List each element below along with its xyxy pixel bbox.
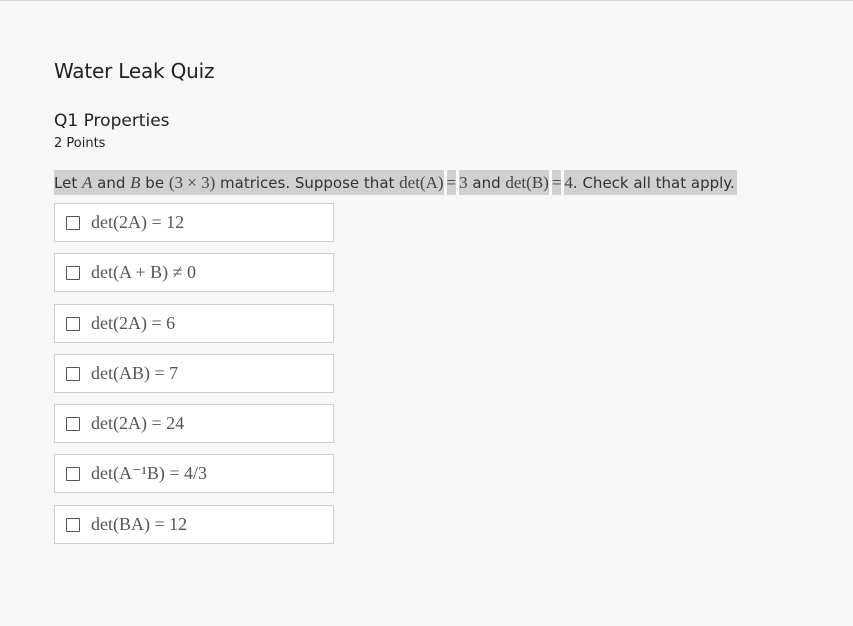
answer-option[interactable]: det(A + B) ≠ 0 xyxy=(54,253,334,292)
option-label: det(2A) = 6 xyxy=(91,313,176,333)
answer-option[interactable]: det(A⁻¹B) = 4/3 xyxy=(54,454,334,493)
prompt-math: = xyxy=(446,173,457,192)
checkbox[interactable] xyxy=(66,215,80,230)
answer-option[interactable]: det(2A) = 24 xyxy=(54,404,334,443)
prompt-text: . Check all that apply. xyxy=(572,174,735,192)
prompt-math: det(B) xyxy=(505,173,549,192)
prompt-text: and xyxy=(92,174,131,192)
checkbox[interactable] xyxy=(66,416,80,431)
answer-option[interactable]: det(AB) = 7 xyxy=(54,354,334,393)
option-label: det(AB) = 7 xyxy=(91,363,179,383)
question-prompt: Let A and B be (3 × 3) matrices. Suppose… xyxy=(54,170,737,195)
checkbox[interactable] xyxy=(66,466,80,481)
quiz-title: Water Leak Quiz xyxy=(54,59,215,83)
checkbox[interactable] xyxy=(66,265,80,280)
prompt-math: B xyxy=(130,173,141,192)
prompt-math: 4 xyxy=(564,173,573,192)
prompt-math: = xyxy=(551,173,562,192)
checkbox[interactable] xyxy=(66,316,80,331)
answer-option[interactable]: det(BA) = 12 xyxy=(54,505,334,544)
prompt-text: and xyxy=(467,174,506,192)
prompt-math: (3 × 3) xyxy=(168,173,216,192)
prompt-math: A xyxy=(81,173,93,192)
option-label: det(A + B) ≠ 0 xyxy=(91,262,197,282)
option-label: det(BA) = 12 xyxy=(91,514,188,534)
prompt-math: 3 xyxy=(459,173,468,192)
prompt-text: matrices. Suppose that xyxy=(215,174,400,192)
option-label: det(2A) = 12 xyxy=(91,212,185,232)
option-label: det(2A) = 24 xyxy=(91,413,185,433)
checkbox[interactable] xyxy=(66,517,80,532)
question-points: 2 Points xyxy=(54,136,106,151)
question-title: Q1 Properties xyxy=(54,111,170,131)
checkbox[interactable] xyxy=(66,366,80,381)
option-label: det(A⁻¹B) = 4/3 xyxy=(91,463,208,483)
answer-option[interactable]: det(2A) = 6 xyxy=(54,304,334,343)
prompt-text: be xyxy=(140,174,169,192)
answer-option[interactable]: det(2A) = 12 xyxy=(54,203,334,242)
prompt-text: Let xyxy=(54,174,82,192)
prompt-math: det(A) xyxy=(399,173,444,192)
